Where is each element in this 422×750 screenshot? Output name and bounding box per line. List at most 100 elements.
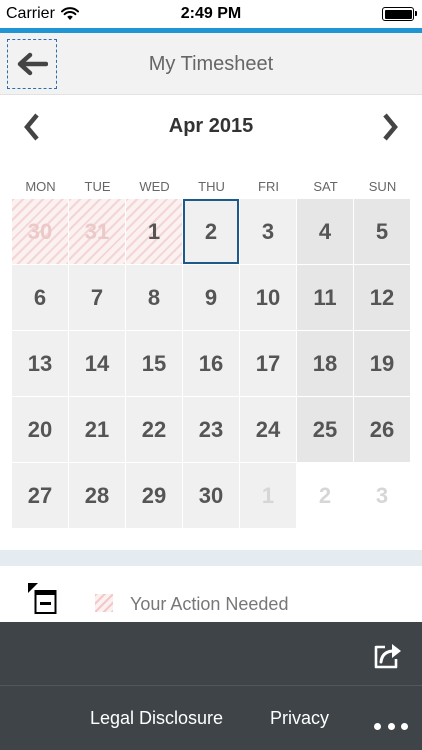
- arrow-left-icon: [17, 52, 48, 76]
- day-number: 20: [27, 416, 53, 442]
- day-number: 22: [141, 416, 167, 442]
- calendar-day[interactable]: 27: [12, 463, 68, 528]
- day-number: 3: [261, 218, 275, 244]
- calendar-day[interactable]: 20: [12, 397, 68, 462]
- weekday-label: SUN: [368, 179, 397, 194]
- day-number: 7: [90, 284, 104, 310]
- weekday-label: TUE: [84, 179, 111, 194]
- day-number: 21: [84, 416, 110, 442]
- day-number: 9: [204, 284, 218, 310]
- calendar-day[interactable]: 5: [354, 199, 410, 264]
- weekday-label: THU: [198, 179, 225, 194]
- calendar-day[interactable]: 16: [183, 331, 239, 396]
- calendar-day[interactable]: 31: [69, 199, 125, 264]
- month-label: Apr 2015: [168, 115, 254, 137]
- calendar-day[interactable]: 2: [297, 463, 353, 528]
- calendar-day[interactable]: 7: [69, 265, 125, 330]
- collapse-legend-icon: [28, 583, 57, 614]
- calendar-day[interactable]: 1: [126, 199, 182, 264]
- day-number: 28: [84, 482, 110, 508]
- legend-toggle-button[interactable]: [26, 582, 60, 616]
- privacy-link[interactable]: Privacy: [270, 708, 329, 729]
- calendar-day[interactable]: 13: [12, 331, 68, 396]
- calendar-day[interactable]: 3: [354, 463, 410, 528]
- weekday-label: MON: [25, 179, 56, 194]
- share-button[interactable]: [372, 640, 404, 672]
- month-navigator: Apr 2015: [0, 105, 422, 149]
- day-number: 1: [147, 218, 161, 244]
- day-number: 30: [27, 218, 53, 244]
- day-number: 2: [204, 218, 218, 244]
- calendar-day[interactable]: 17: [240, 331, 296, 396]
- day-number: 26: [369, 416, 395, 442]
- day-number: 5: [375, 218, 389, 244]
- action-needed-legend-label: Your Action Needed: [130, 594, 289, 614]
- next-month-button[interactable]: [370, 109, 410, 145]
- calendar-day[interactable]: 23: [183, 397, 239, 462]
- footer: Legal Disclosure Privacy: [0, 622, 422, 750]
- day-number: 23: [198, 416, 224, 442]
- day-number: 10: [255, 284, 281, 310]
- calendar-day[interactable]: 3: [240, 199, 296, 264]
- chevron-left-icon: [24, 113, 39, 141]
- calendar-day[interactable]: 25: [297, 397, 353, 462]
- calendar-day[interactable]: 9: [183, 265, 239, 330]
- chevron-right-icon: [383, 113, 398, 141]
- carrier-indicator: Carrier: [6, 5, 79, 23]
- calendar-day[interactable]: 28: [69, 463, 125, 528]
- section-divider: [0, 550, 422, 566]
- day-number: 17: [255, 350, 281, 376]
- calendar-day[interactable]: 30: [183, 463, 239, 528]
- calendar-day[interactable]: 8: [126, 265, 182, 330]
- more-button[interactable]: [374, 718, 408, 734]
- weekday-label: FRI: [258, 179, 279, 194]
- day-number: 16: [198, 350, 224, 376]
- day-number: 8: [147, 284, 161, 310]
- previous-month-button[interactable]: [12, 109, 52, 145]
- day-number: 19: [369, 350, 395, 376]
- day-number: 18: [312, 350, 338, 376]
- more-icon: [387, 722, 395, 730]
- day-number: 11: [313, 284, 337, 310]
- calendar-day[interactable]: 15: [126, 331, 182, 396]
- calendar-day[interactable]: 29: [126, 463, 182, 528]
- day-number: 27: [27, 482, 53, 508]
- calendar-day[interactable]: 24: [240, 397, 296, 462]
- status-bar: Carrier 2:49 PM: [0, 0, 422, 28]
- day-number: 13: [27, 350, 53, 376]
- page-title: My Timesheet: [148, 53, 274, 75]
- calendar-day[interactable]: 14: [69, 331, 125, 396]
- day-number: 1: [261, 482, 275, 508]
- day-number: 4: [318, 218, 332, 244]
- day-number: 6: [33, 284, 47, 310]
- day-number: 15: [141, 350, 167, 376]
- calendar-day[interactable]: 21: [69, 397, 125, 462]
- wifi-icon: [60, 7, 79, 20]
- more-icon: [401, 722, 408, 730]
- weekday-label: SAT: [313, 179, 338, 194]
- carrier-label: Carrier: [6, 5, 55, 22]
- day-number: 2: [318, 482, 332, 508]
- calendar-day[interactable]: 30: [12, 199, 68, 264]
- back-button[interactable]: [7, 39, 57, 89]
- share-icon: [374, 644, 401, 669]
- action-needed-swatch: [95, 594, 113, 612]
- legal-disclosure-link[interactable]: Legal Disclosure: [90, 708, 223, 729]
- calendar-day[interactable]: 10: [240, 265, 296, 330]
- calendar-day[interactable]: 22: [126, 397, 182, 462]
- calendar-day[interactable]: 12: [354, 265, 410, 330]
- calendar-day[interactable]: 18: [297, 331, 353, 396]
- calendar-day[interactable]: 6: [12, 265, 68, 330]
- calendar-day[interactable]: 26: [354, 397, 410, 462]
- day-number: 29: [141, 482, 167, 508]
- battery-icon: [382, 7, 417, 21]
- calendar-day[interactable]: 19: [354, 331, 410, 396]
- footer-toolbar: [0, 622, 422, 686]
- calendar-grid: 30 31 1 2 3 4 5 6 7 8 9 10 11 12 13 14 15 16 17 18 19 20 21 22 2…: [12, 199, 410, 528]
- calendar-day[interactable]: 4: [297, 199, 353, 264]
- calendar-day[interactable]: 11: [297, 265, 353, 330]
- calendar-day[interactable]: 1: [240, 463, 296, 528]
- calendar-day-today[interactable]: 2: [183, 199, 239, 264]
- app-header: My Timesheet: [0, 33, 422, 95]
- day-number: 24: [255, 416, 281, 442]
